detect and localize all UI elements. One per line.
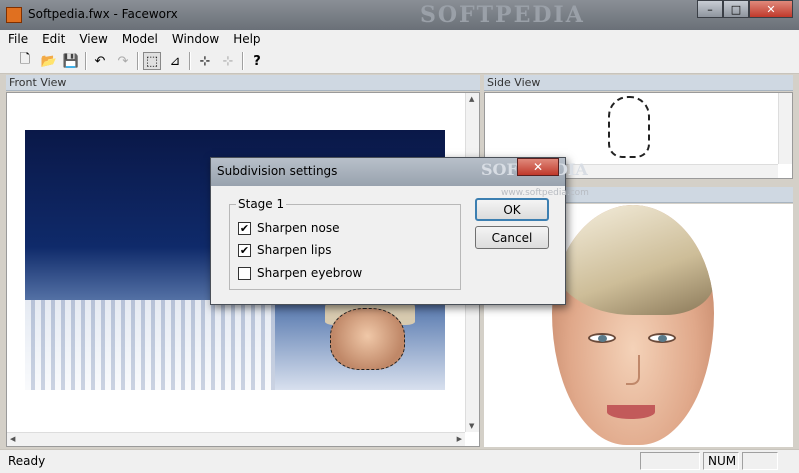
close-button[interactable]: ✕ bbox=[749, 0, 793, 18]
minimize-button[interactable]: – bbox=[697, 0, 723, 18]
status-cell-empty bbox=[640, 452, 700, 470]
status-cell-scroll bbox=[742, 452, 778, 470]
model-hair bbox=[552, 205, 714, 315]
watermark-text: SOFTPEDIA bbox=[420, 2, 585, 28]
option-label: Sharpen eyebrow bbox=[257, 266, 363, 280]
model-right-eye bbox=[648, 333, 676, 343]
toolbar-separator bbox=[137, 52, 139, 70]
menu-edit[interactable]: Edit bbox=[34, 32, 71, 46]
sharpen-nose-checkbox[interactable]: ✔ bbox=[238, 221, 251, 235]
photo-binary-overlay bbox=[25, 300, 275, 390]
model-left-eye bbox=[588, 333, 616, 343]
option-sharpen-eyebrow[interactable]: Sharpen eyebrow bbox=[238, 266, 362, 280]
app-icon bbox=[6, 7, 22, 23]
select-frame-icon[interactable]: ⬚ bbox=[143, 52, 161, 70]
3d-face-model[interactable] bbox=[552, 205, 714, 445]
new-file-icon[interactable]: 🗋 bbox=[16, 52, 34, 70]
add-point-icon[interactable]: ⊹ bbox=[196, 52, 214, 70]
side-profile-outline[interactable] bbox=[608, 96, 650, 158]
face-outline-selection[interactable] bbox=[330, 308, 405, 370]
option-label: Sharpen lips bbox=[257, 243, 332, 257]
side-view-vertical-scrollbar[interactable] bbox=[778, 93, 792, 164]
dialog-title-bar[interactable]: Subdivision settings SOFTPEDIA ✕ bbox=[211, 158, 588, 186]
sharpen-eyebrow-checkbox[interactable] bbox=[238, 266, 251, 280]
status-bar: Ready NUM bbox=[0, 449, 799, 473]
title-bar: Softpedia.fwx - Faceworx SOFTPEDIA – □ ✕ bbox=[0, 0, 799, 30]
side-view-header: Side View bbox=[484, 75, 793, 91]
menu-model[interactable]: Model bbox=[114, 32, 164, 46]
front-view-horizontal-scrollbar[interactable]: ◀ ▶ bbox=[7, 432, 465, 446]
menu-view[interactable]: View bbox=[71, 32, 113, 46]
cancel-button[interactable]: Cancel bbox=[475, 226, 549, 249]
dialog-watermark-url: www.softpedia.com bbox=[501, 188, 589, 198]
dialog-close-button[interactable]: ✕ bbox=[517, 158, 559, 176]
menu-window[interactable]: Window bbox=[164, 32, 225, 46]
status-text: Ready bbox=[8, 454, 46, 468]
scroll-down-arrow-icon[interactable]: ▼ bbox=[469, 422, 474, 430]
group-label: Stage 1 bbox=[236, 197, 287, 211]
select-points-icon[interactable]: ⊿ bbox=[166, 52, 184, 70]
option-label: Sharpen nose bbox=[257, 221, 340, 235]
add-point-disabled-icon: ⊹ bbox=[222, 53, 234, 69]
sharpen-lips-checkbox[interactable]: ✔ bbox=[238, 243, 251, 257]
save-icon[interactable]: 💾 bbox=[62, 52, 80, 70]
toolbar-separator bbox=[189, 52, 191, 70]
dialog-title: Subdivision settings bbox=[217, 164, 338, 178]
status-num-indicator: NUM bbox=[703, 452, 739, 470]
scroll-left-arrow-icon[interactable]: ◀ bbox=[10, 435, 15, 443]
open-folder-icon[interactable]: 📂 bbox=[40, 52, 58, 70]
menu-bar: File Edit View Model Window Help bbox=[0, 30, 799, 48]
undo-icon[interactable]: ↶ bbox=[91, 52, 109, 70]
scroll-right-arrow-icon[interactable]: ▶ bbox=[457, 435, 462, 443]
help-icon[interactable]: ? bbox=[248, 52, 266, 70]
menu-help[interactable]: Help bbox=[225, 32, 266, 46]
window-title: Softpedia.fwx - Faceworx bbox=[28, 7, 178, 21]
front-view-header: Front View bbox=[6, 75, 480, 91]
maximize-button[interactable]: □ bbox=[723, 0, 749, 18]
menu-file[interactable]: File bbox=[0, 32, 34, 46]
model-nose bbox=[626, 355, 640, 385]
model-mouth bbox=[607, 405, 655, 419]
redo-icon: ↷ bbox=[117, 53, 129, 69]
toolbar-separator bbox=[242, 52, 244, 70]
scroll-up-arrow-icon[interactable]: ▲ bbox=[469, 95, 474, 103]
toolbar: 🗋 📂 💾 ↶ ↷ ⬚ ⊿ ⊹ ⊹ ? bbox=[0, 48, 799, 74]
stage-1-group: Stage 1 ✔ Sharpen nose ✔ Sharpen lips Sh… bbox=[229, 197, 461, 290]
subdivision-settings-dialog: Subdivision settings SOFTPEDIA ✕ www.sof… bbox=[210, 157, 589, 305]
ok-button[interactable]: OK bbox=[475, 198, 549, 221]
option-sharpen-lips[interactable]: ✔ Sharpen lips bbox=[238, 243, 331, 257]
toolbar-separator bbox=[85, 52, 87, 70]
option-sharpen-nose[interactable]: ✔ Sharpen nose bbox=[238, 221, 340, 235]
